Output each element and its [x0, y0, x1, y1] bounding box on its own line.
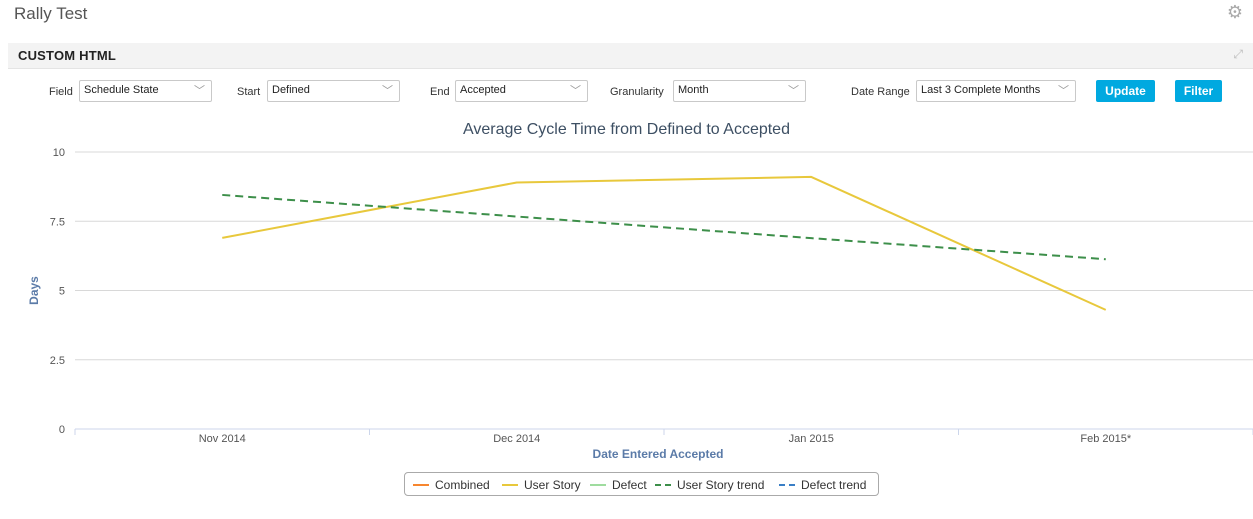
x-tick-label: Feb 2015* — [1080, 433, 1131, 445]
legend-swatch-defect-trend — [779, 483, 795, 486]
legend-swatch-user-story — [502, 483, 518, 486]
legend-item-user-story-trend[interactable]: User Story trend — [655, 478, 764, 492]
y-tick-label: 10 — [53, 147, 65, 159]
y-tick-label: 0 — [59, 424, 65, 436]
x-tick-label: Dec 2014 — [493, 433, 540, 445]
y-axis-title: Days — [27, 276, 41, 305]
chart-legend: Combined User Story Defect User Story tr… — [404, 472, 879, 496]
legend-label-user-story-trend: User Story trend — [677, 478, 765, 492]
y-tick-label: 5 — [59, 286, 65, 298]
legend-swatch-combined — [413, 483, 429, 486]
x-tick-label: Nov 2014 — [199, 433, 246, 445]
legend-label-defect: Defect — [612, 478, 647, 492]
x-axis-title: Date Entered Accepted — [593, 447, 724, 461]
x-tick-label: Jan 2015 — [789, 433, 834, 445]
cycle-time-chart: 0 2.5 5 7.5 10 Nov 2014 Dec 2014 Jan 2015 Feb 20… — [27, 147, 1253, 461]
series-line-user-story — [222, 175, 1107, 311]
legend-item-defect-trend[interactable]: Defect trend — [779, 478, 866, 492]
legend-item-defect[interactable]: Defect — [590, 478, 647, 492]
legend-swatch-user-story-trend — [655, 483, 671, 486]
legend-item-user-story[interactable]: User Story — [502, 478, 581, 492]
legend-label-defect-trend: Defect trend — [801, 478, 867, 492]
y-tick-label: 7.5 — [50, 216, 65, 228]
legend-label-combined: Combined — [435, 478, 490, 492]
y-tick-label: 2.5 — [50, 355, 65, 367]
legend-label-user-story: User Story — [524, 478, 581, 492]
legend-swatch-defect — [590, 483, 606, 486]
legend-item-combined[interactable]: Combined — [413, 478, 490, 492]
